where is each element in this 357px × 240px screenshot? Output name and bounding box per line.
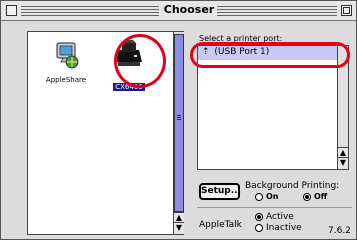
close-box[interactable] xyxy=(6,5,17,16)
appletalk-active-label: Active xyxy=(266,212,294,222)
background-printing-off-label: Off xyxy=(314,192,328,201)
chooser-window: Chooser AppleShare CX6400 ▲ ▼ Select a p… xyxy=(0,0,357,240)
scroll-down-arrow-icon[interactable]: ▼ xyxy=(338,157,348,168)
appleshare-icon xyxy=(56,42,79,69)
device-cx6400[interactable]: CX6400 xyxy=(101,40,157,93)
device-list: AppleShare CX6400 ▲ ▼ xyxy=(27,31,184,235)
device-label: AppleShare xyxy=(45,76,87,84)
background-printing-label: Background Printing: xyxy=(245,181,340,191)
appletalk-inactive-radio[interactable] xyxy=(255,224,263,232)
highlight-ring-port xyxy=(190,42,350,68)
appletalk-active-radio[interactable] xyxy=(255,213,263,221)
scroll-down-arrow-icon[interactable]: ▼ xyxy=(174,222,184,233)
background-printing-on-radio[interactable] xyxy=(255,193,263,201)
device-label: CX6400 xyxy=(113,83,145,91)
title-stripes-left xyxy=(21,6,159,16)
device-appleshare[interactable]: AppleShare xyxy=(38,40,94,84)
device-list-scrollbar[interactable]: ▲ ▼ xyxy=(173,32,184,234)
divider xyxy=(197,207,352,208)
printer-icon xyxy=(116,40,142,66)
appletalk-inactive-label: Inactive xyxy=(266,223,302,233)
setup-button[interactable]: Setup... xyxy=(199,183,241,200)
title-stripes-right xyxy=(217,6,337,16)
background-printing-off-radio[interactable] xyxy=(303,193,311,201)
window-title: Chooser xyxy=(163,3,215,16)
zoom-box[interactable] xyxy=(341,5,352,16)
title-bar[interactable]: Chooser xyxy=(1,1,356,21)
version-number: 7.6.2 xyxy=(328,226,351,236)
background-printing-on-label: On xyxy=(266,192,279,201)
appletalk-label: AppleTalk xyxy=(199,220,242,230)
scroll-thumb[interactable] xyxy=(174,34,184,212)
